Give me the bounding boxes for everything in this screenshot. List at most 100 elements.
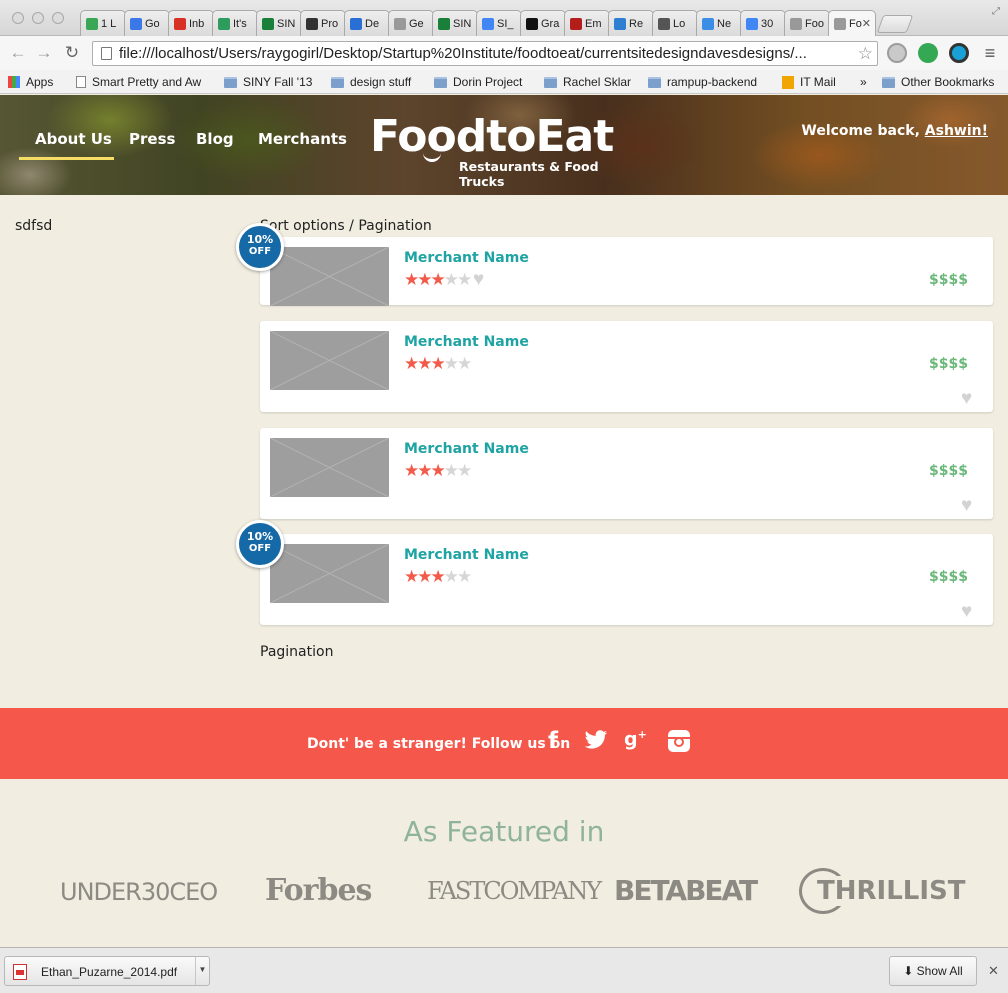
merchant-card[interactable]: Merchant Name ★★★★★ $$$$ ♥: [260, 534, 993, 625]
browser-tab[interactable]: Gra: [520, 10, 566, 36]
bookmark-item[interactable]: Apps: [8, 74, 53, 90]
pagination: Pagination: [260, 644, 334, 660]
twitter-icon[interactable]: [584, 730, 608, 754]
nav-blog[interactable]: Blog: [196, 130, 234, 150]
merchant-name[interactable]: Merchant Name: [404, 250, 529, 266]
close-icon[interactable]: ✕: [988, 963, 999, 979]
page-icon: [101, 47, 112, 60]
chevron-down-icon[interactable]: ▼: [195, 957, 209, 985]
address-bar[interactable]: file:///localhost/Users/raygogirl/Deskto…: [92, 41, 878, 66]
favorite-heart-icon[interactable]: ♥: [961, 496, 979, 515]
new-tab-button[interactable]: [876, 15, 914, 33]
browser-tab[interactable]: Em: [564, 10, 610, 36]
bookmark-label: Smart Pretty and Aw: [92, 75, 202, 89]
bookmark-item[interactable]: Rachel Sklar: [544, 74, 631, 90]
favorite-heart-icon[interactable]: ♥: [961, 389, 979, 408]
nav-merchants[interactable]: Merchants: [258, 130, 347, 150]
star-filled-icon: ★: [417, 354, 432, 373]
badge-percent: 10%: [246, 530, 274, 543]
download-extension-icon[interactable]: [887, 43, 907, 63]
browser-tab[interactable]: Pro: [300, 10, 346, 36]
browser-tab[interactable]: Fo ✕: [828, 10, 876, 36]
bookmark-item[interactable]: »: [860, 74, 867, 90]
merchant-card[interactable]: Merchant Name ★★★★★ $$$$ ♥: [260, 321, 993, 412]
mountain-icon: [306, 17, 318, 30]
show-all-label: Show All: [916, 964, 963, 978]
tab-label: Re: [629, 17, 644, 30]
app-icon: [218, 17, 230, 30]
bookmark-label: Rachel Sklar: [563, 75, 632, 89]
favorite-heart-icon[interactable]: ♥: [961, 602, 979, 621]
close-tab-icon[interactable]: ✕: [862, 17, 871, 30]
show-all-button[interactable]: ⬇ Show All: [889, 956, 977, 986]
back-button[interactable]: ←: [8, 43, 28, 63]
star-rating: ★★★★★: [404, 354, 472, 373]
browser-tab[interactable]: Lo: [652, 10, 698, 36]
browser-tab[interactable]: It's: [212, 10, 258, 36]
browser-tab[interactable]: De: [344, 10, 390, 36]
tab-label: Ne: [717, 17, 732, 30]
merchant-card[interactable]: Merchant Name ★★★★★ $$$$ ♥: [260, 237, 993, 306]
bookmark-item[interactable]: Dorin Project: [434, 74, 522, 90]
star-filled-icon: ★: [430, 567, 446, 586]
user-link[interactable]: Ashwin!: [925, 123, 988, 139]
extension-eye-icon[interactable]: [949, 43, 969, 63]
press-logo-forbes: Forbes: [265, 873, 372, 908]
featured-title: As Featured in: [403, 815, 605, 848]
facebook-icon[interactable]: f: [548, 728, 558, 754]
merchant-image-placeholder: [270, 438, 389, 497]
press-logo-under30ceo: UNDER30CEO: [60, 878, 218, 906]
browser-tab[interactable]: Go: [124, 10, 170, 36]
bookmark-star-icon[interactable]: ☆: [858, 42, 873, 65]
star-empty-icon: ★: [457, 354, 472, 373]
browser-tab[interactable]: 1 L: [80, 10, 126, 36]
drop-icon: [350, 17, 362, 30]
instagram-icon[interactable]: [668, 730, 690, 756]
minimize-window-button[interactable]: [32, 12, 44, 24]
merchant-name[interactable]: Merchant Name: [404, 547, 529, 563]
fullscreen-icon[interactable]: ⤢: [992, 6, 1002, 17]
browser-tab[interactable]: Re: [608, 10, 654, 36]
bookmark-label: Dorin Project: [453, 75, 523, 89]
site-header: About Us Press Blog Merchants FoodtoEat …: [0, 95, 1008, 195]
browser-tab[interactable]: 30: [740, 10, 786, 36]
download-item[interactable]: Ethan_Puzarne_2014.pdf ▼: [4, 956, 210, 986]
favorite-heart-icon[interactable]: ♥: [473, 270, 491, 289]
star-filled-icon: ★: [430, 354, 446, 373]
bookmark-item[interactable]: SINY Fall '13: [224, 74, 312, 90]
browser-tab[interactable]: SI_: [476, 10, 522, 36]
script-icon: [658, 17, 670, 30]
bookmark-item[interactable]: rampup-backend: [648, 74, 757, 90]
bookmark-item[interactable]: Smart Pretty and Aw: [76, 74, 201, 90]
download-shelf: Ethan_Puzarne_2014.pdf ▼ ⬇ Show All ✕: [0, 947, 1008, 993]
browser-tab[interactable]: Ne: [696, 10, 742, 36]
merchant-card[interactable]: Merchant Name ★★★★★ $$$$ ♥: [260, 428, 993, 519]
site-logo[interactable]: FoodtoEat Restaurants & Food Trucks: [370, 111, 640, 189]
browser-tab[interactable]: Foo: [784, 10, 830, 36]
bookmark-item[interactable]: Other Bookmarks: [882, 74, 994, 90]
browser-tab[interactable]: Ge: [388, 10, 434, 36]
star-filled-icon: ★: [417, 461, 432, 480]
browser-tab[interactable]: Inb: [168, 10, 214, 36]
browser-tab[interactable]: SIN: [432, 10, 478, 36]
maps-icon: [86, 17, 98, 30]
nav-press[interactable]: Press: [129, 130, 175, 150]
google-plus-icon[interactable]: g+: [624, 728, 647, 750]
menu-icon[interactable]: ≡: [980, 43, 1000, 63]
bookmark-item[interactable]: design stuff: [331, 74, 411, 90]
bookmark-item[interactable]: IT Mail: [782, 74, 836, 90]
logo-wordmark: FoodtoEat: [370, 111, 614, 162]
hangouts-icon[interactable]: [918, 43, 938, 63]
close-window-button[interactable]: [12, 12, 24, 24]
merchant-name[interactable]: Merchant Name: [404, 441, 529, 457]
bookmark-label: Apps: [26, 75, 54, 89]
zoom-window-button[interactable]: [52, 12, 64, 24]
welcome-prefix: Welcome back,: [801, 123, 925, 139]
press-logo-fastcompany: FASTCOMPANY: [427, 877, 602, 905]
browser-tab[interactable]: SIN: [256, 10, 302, 36]
forward-button[interactable]: →: [34, 43, 54, 63]
page-icon: [394, 17, 406, 30]
reload-button[interactable]: ↻: [62, 43, 82, 63]
merchant-name[interactable]: Merchant Name: [404, 334, 529, 350]
nav-about-us[interactable]: About Us: [35, 130, 112, 150]
